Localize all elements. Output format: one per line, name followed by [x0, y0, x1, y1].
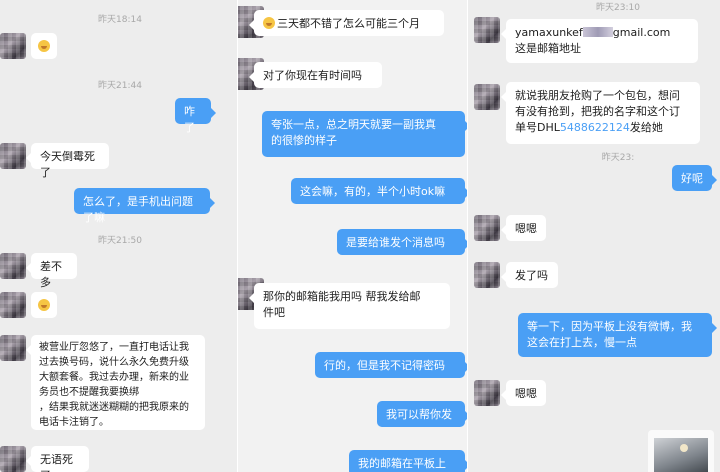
- message-bubble-out[interactable]: 咋了: [175, 98, 216, 134]
- message-bubble-out[interactable]: 夸张一点，总之明天就要一副我真 的很惨的样子: [262, 111, 468, 157]
- message-bubble-out[interactable]: 等一下，因为平板上没有微博，我 这会在打上去，慢一点: [518, 313, 717, 357]
- message-bubble-out[interactable]: 怎么了，是手机出问题了嘛: [74, 188, 215, 224]
- chat-panel-left[interactable]: 昨天18:14 昨天21:44 咋了 今天倒霉死了 怎么了，是手机出问题了嘛 昨…: [0, 0, 238, 472]
- photo-detail: [680, 444, 688, 452]
- avatar[interactable]: [474, 262, 500, 288]
- redaction-blur: [582, 27, 613, 37]
- message-bubble-in[interactable]: 今天倒霉死了: [26, 143, 109, 179]
- emoji-message[interactable]: [31, 292, 57, 318]
- message-bubble-in[interactable]: 嗯嗯: [501, 215, 546, 241]
- emoji-message[interactable]: [31, 33, 57, 59]
- timestamp: 昨天18:14: [98, 15, 142, 25]
- email-address[interactable]: yamaxunkef gmail.com: [515, 26, 670, 39]
- message-bubble-out[interactable]: 是要给谁发个消息吗: [337, 229, 468, 255]
- message-bubble-in[interactable]: 对了你现在有时间吗: [249, 62, 382, 88]
- message-bubble-in[interactable]: 三天都不错了怎么可能三个月: [249, 10, 444, 36]
- avatar[interactable]: [0, 292, 26, 318]
- message-bubble-out[interactable]: 行的，但是我不记得密码: [315, 352, 468, 378]
- avatar[interactable]: [0, 33, 26, 59]
- message-bubble-in[interactable]: 就说我朋友抢购了一个包包，想问 有没有抢到，把我的名字和这个订 单号DHL548…: [501, 82, 700, 144]
- timestamp: 昨天23:: [601, 153, 635, 163]
- avatar[interactable]: [474, 380, 500, 406]
- timestamp: 昨天23:10: [596, 3, 640, 13]
- image-message-thumbnail[interactable]: [648, 430, 714, 472]
- grimace-emoji-icon: [38, 299, 50, 311]
- photo-image: [654, 438, 708, 472]
- message-bubble-out[interactable]: 我的邮箱在平板上: [349, 450, 468, 472]
- message-bubble-in[interactable]: 被营业厅忽悠了，一直打电话让我 过去换号码，说什么永久免费升级 大额套餐。我过去…: [26, 335, 205, 430]
- grimace-emoji-icon: [263, 17, 275, 29]
- chat-panel-middle[interactable]: 三天都不错了怎么可能三个月 对了你现在有时间吗 夸张一点，总之明天就要一副我真 …: [238, 0, 468, 472]
- message-bubble-in[interactable]: 那你的邮箱能我用吗 帮我发给邮 件吧: [249, 283, 450, 329]
- timestamp: 昨天21:50: [98, 236, 142, 246]
- message-bubble-in[interactable]: 嗯嗯: [501, 380, 546, 406]
- avatar[interactable]: [0, 446, 26, 472]
- message-bubble-out[interactable]: 好呢: [672, 165, 717, 191]
- avatar[interactable]: [474, 215, 500, 241]
- grimace-emoji-icon: [38, 40, 50, 52]
- message-bubble-in[interactable]: 无语死了: [26, 446, 89, 472]
- avatar[interactable]: [474, 17, 500, 43]
- order-number-link[interactable]: 5488622124: [560, 121, 630, 134]
- email-message[interactable]: yamaxunkef gmail.com 这是邮箱地址: [501, 19, 698, 63]
- message-bubble-out[interactable]: 我可以帮你发: [377, 401, 468, 427]
- avatar[interactable]: [474, 84, 500, 110]
- avatar[interactable]: [0, 143, 26, 169]
- chat-panel-right[interactable]: 昨天23:10 yamaxunkef gmail.com 这是邮箱地址 就说我朋友…: [468, 0, 720, 472]
- message-bubble-out[interactable]: 这会嘛，有的，半个小时ok嘛: [291, 178, 468, 204]
- avatar[interactable]: [0, 335, 26, 361]
- message-bubble-in[interactable]: 发了吗: [501, 262, 558, 288]
- message-bubble-in[interactable]: 差不多: [26, 253, 77, 289]
- timestamp: 昨天21:44: [98, 81, 142, 91]
- avatar[interactable]: [0, 253, 26, 279]
